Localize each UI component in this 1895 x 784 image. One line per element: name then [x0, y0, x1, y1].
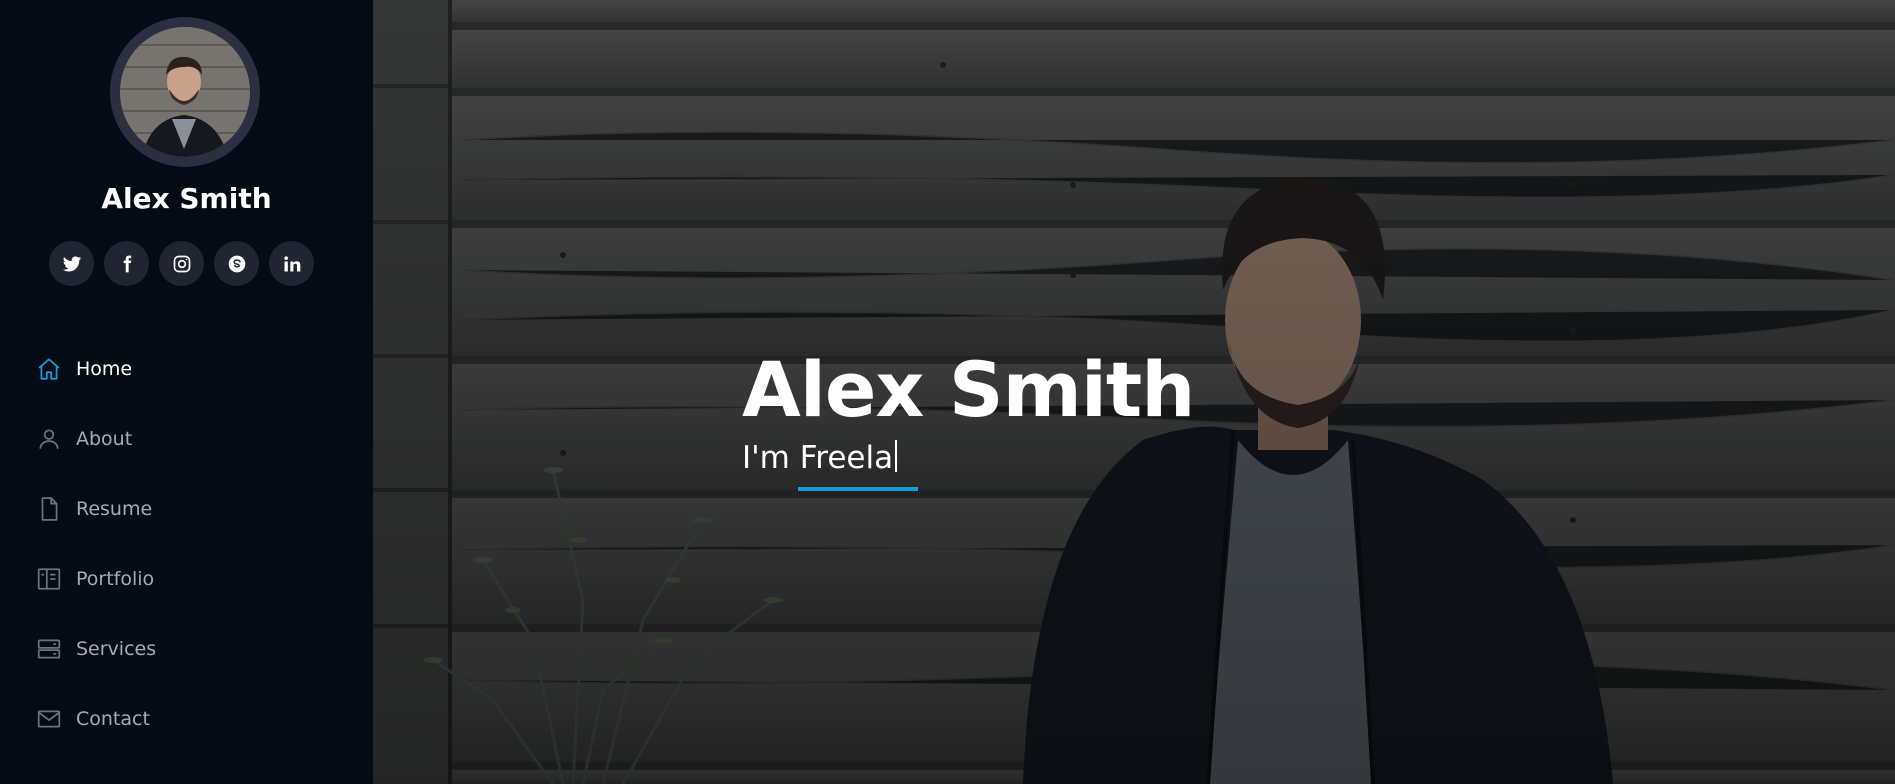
twitter-link[interactable]	[49, 241, 94, 286]
nav-item-label: Contact	[76, 708, 150, 730]
twitter-icon	[62, 255, 81, 271]
nav-item-about[interactable]: About	[36, 404, 156, 474]
accent-underline	[798, 487, 918, 491]
envelope-icon	[36, 706, 62, 732]
skype-link[interactable]	[214, 241, 259, 286]
nav-item-resume[interactable]: Resume	[36, 474, 156, 544]
hero-typed-subtitle: I'm Freela	[742, 440, 898, 476]
instagram-icon	[173, 255, 190, 272]
hero-section: Alex Smith I'm Freela	[373, 0, 1895, 784]
avatar	[120, 27, 250, 157]
nav-item-label: About	[76, 428, 133, 450]
nav-item-label: Resume	[76, 498, 153, 520]
profile-name: Alex Smith	[101, 182, 272, 215]
nav-item-portfolio[interactable]: Portfolio	[36, 544, 156, 614]
avatar-frame	[110, 17, 260, 167]
facebook-icon	[123, 255, 131, 272]
instagram-link[interactable]	[159, 241, 204, 286]
file-icon	[36, 496, 62, 522]
main-nav: Home About Resume Portfolio Services Con…	[36, 334, 156, 754]
nav-item-label: Home	[76, 358, 133, 380]
nav-item-contact[interactable]: Contact	[36, 684, 156, 754]
facebook-link[interactable]	[104, 241, 149, 286]
home-icon	[36, 356, 62, 382]
nav-item-home[interactable]: Home	[36, 334, 156, 404]
linkedin-icon	[283, 255, 300, 271]
social-links	[49, 241, 314, 286]
nav-item-services[interactable]: Services	[36, 614, 156, 684]
typed-text: I'm Freela	[742, 440, 894, 476]
hero-title: Alex Smith	[742, 345, 1195, 434]
typing-cursor	[895, 440, 898, 472]
book-icon	[36, 566, 62, 592]
nav-item-label: Services	[76, 638, 157, 660]
sidebar: Alex Smith Home About Resume Portfolio S…	[0, 0, 373, 784]
person-icon	[36, 426, 62, 452]
skype-icon	[228, 255, 245, 272]
nav-item-label: Portfolio	[76, 568, 155, 590]
linkedin-link[interactable]	[269, 241, 314, 286]
server-icon	[36, 636, 62, 662]
